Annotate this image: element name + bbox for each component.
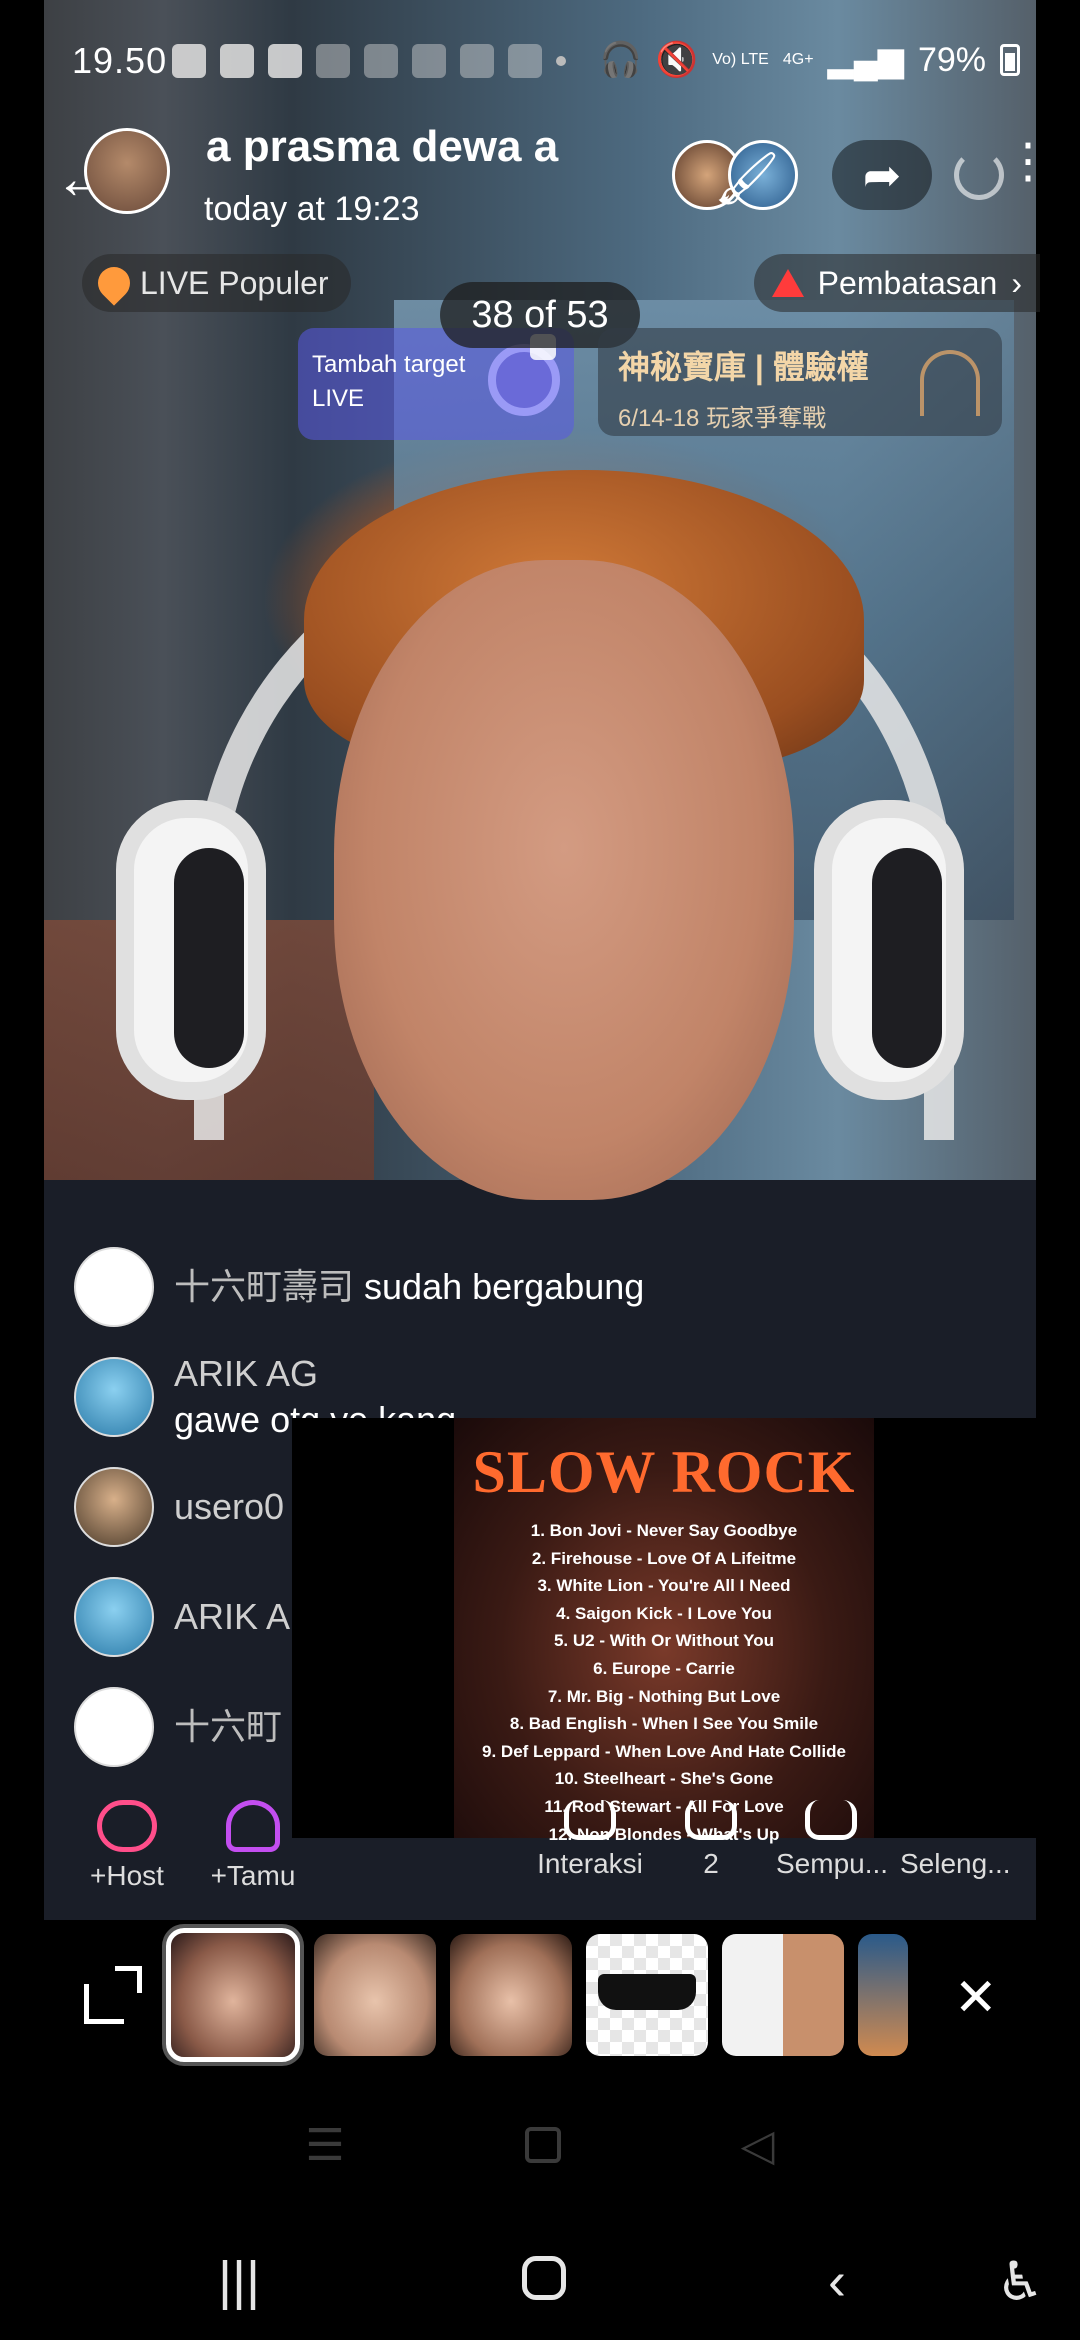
expand-icon[interactable] <box>84 1966 142 2024</box>
chat-username: usero0 <box>174 1486 285 1527</box>
wave-icon <box>685 1800 737 1840</box>
live-action-bar: +Host +Tamu Interaksi 2 Sempu... Seleng.… <box>0 1800 1080 1910</box>
interaction-button[interactable]: Interaksi <box>530 1800 650 1880</box>
chat-username: 十六町 <box>174 1706 283 1747</box>
avatar <box>74 1577 154 1657</box>
status-time: 19.50 <box>72 40 168 81</box>
share-button[interactable]: ➦ <box>832 140 932 210</box>
battery-icon <box>1000 44 1020 76</box>
perfect-button[interactable]: Sempu... <box>776 1800 888 1880</box>
menu-icon[interactable]: ☰ <box>305 2120 344 2171</box>
track-list: 1. Bon Jovi - Never Say Goodbye 2. Fireh… <box>454 1517 874 1848</box>
chevron-right-icon: › <box>1011 264 1022 301</box>
headphone-left <box>116 800 266 1100</box>
chat-bubble-icon <box>564 1800 616 1840</box>
skull-makeup-filter[interactable] <box>722 1934 844 2056</box>
more-notifications-icon <box>556 56 566 66</box>
notification-icons <box>172 44 566 78</box>
tiktok-icon <box>508 44 542 78</box>
headphone-right <box>814 800 964 1100</box>
track-item: 6. Europe - Carrie <box>593 1658 735 1678</box>
triangle-back-icon[interactable]: ◁ <box>741 2120 775 2171</box>
sparkle-check-icon <box>805 1800 857 1840</box>
chat-item[interactable]: 十六町壽司 sudah bergabung <box>74 1232 734 1342</box>
square-icon[interactable] <box>524 2127 561 2163</box>
gallery-icon <box>172 44 206 78</box>
app-nav-bar: ☰ ◁ <box>0 2090 1080 2200</box>
shop-icon <box>412 44 446 78</box>
stream-title: a prasma dewa a <box>206 122 559 171</box>
avatar <box>74 1467 154 1547</box>
sunglasses-filter[interactable] <box>586 1934 708 2056</box>
track-item: 9. Def Leppard - When Love And Hate Coll… <box>482 1741 846 1761</box>
track-item: 8. Bad English - When I See You Smile <box>509 1714 819 1734</box>
filter-thumbnail[interactable] <box>450 1934 572 2056</box>
host-avatar[interactable] <box>84 128 170 214</box>
brush-icon[interactable]: 🖌 <box>714 148 780 209</box>
add-host-button[interactable]: +Host <box>72 1800 182 1892</box>
filter-list[interactable] <box>166 1928 908 2062</box>
share-arrow-icon: ➦ <box>862 149 902 201</box>
warning-icon <box>771 269 804 297</box>
more-vertical-icon[interactable]: ⋮ <box>1004 138 1052 186</box>
headset-icon: 🎧 <box>599 41 642 79</box>
app-root: 19.50 🎧 🔇 Vo) LTE 4G+ ▂▄▆ 79% ← a prasma… <box>0 0 1080 2340</box>
filter-thumbnail-selected[interactable] <box>166 1928 300 2062</box>
trophy-icon <box>920 350 980 416</box>
track-item: 3. White Lion - You're All I Need <box>537 1576 791 1596</box>
network-type: 4G+ <box>782 51 814 68</box>
close-icon[interactable]: ✕ <box>954 1972 998 2024</box>
accessibility-icon[interactable]: ♿ <box>996 2250 1044 2313</box>
count-button[interactable]: 2 <box>676 1800 746 1880</box>
filter-thumbnail[interactable] <box>858 1934 908 2056</box>
chat-username: 十六町壽司 <box>174 1266 355 1307</box>
more-options-button[interactable]: Seleng... <box>900 1800 1011 1880</box>
track-item: 10. Steelheart - She's Gone <box>554 1769 774 1789</box>
track-item: 5. U2 - With Or Without You <box>553 1631 775 1651</box>
track-item: 4. Saigon Kick - I Love You <box>556 1603 772 1623</box>
avatar <box>74 1247 154 1327</box>
app-icon <box>460 44 494 78</box>
home-button-icon[interactable] <box>522 2256 566 2300</box>
add-guest-button[interactable]: +Tamu <box>198 1800 308 1892</box>
event-banner[interactable]: 神秘寶庫 | 體驗權 6/14-18 玩家爭奪戰 <box>598 328 1002 436</box>
telegram-icon <box>316 44 350 78</box>
album-title: SLOW ROCK <box>472 1439 856 1505</box>
status-right: 🎧 🔇 Vo) LTE 4G+ ▂▄▆ 79% <box>600 40 1020 80</box>
app-icon <box>364 44 398 78</box>
restriction-button[interactable]: Pembatasan › <box>753 254 1040 312</box>
stream-time: today at 19:23 <box>204 190 420 228</box>
heart-icon <box>91 260 137 306</box>
volte-label: Vo) LTE <box>712 51 769 68</box>
recent-apps-icon[interactable]: ||| <box>218 2250 260 2312</box>
live-popular-badge[interactable]: LIVE Populer <box>82 254 351 312</box>
battery-percent: 79% <box>917 40 986 79</box>
chat-username: ARIK AG <box>174 1353 319 1394</box>
track-item: 1. Bon Jovi - Never Say Goodbye <box>530 1521 798 1540</box>
track-item: 7. Mr. Big - Nothing But Love <box>547 1686 781 1706</box>
more-icon <box>929 1800 981 1840</box>
link-icon <box>97 1800 157 1852</box>
album-cover[interactable]: SLOW ROCK 1. Bon Jovi - Never Say Goodby… <box>454 1418 874 1844</box>
track-item: 2. Firehouse - Love Of A Lifeitme <box>531 1548 797 1568</box>
people-icon <box>226 1800 280 1852</box>
status-bar: 19.50 🎧 🔇 Vo) LTE 4G+ ▂▄▆ 79% <box>0 0 1080 130</box>
signal-icon: ▂▄▆ <box>827 41 904 79</box>
screen-record-icon <box>268 44 302 78</box>
power-icon[interactable] <box>954 150 1004 200</box>
back-chevron-icon[interactable]: ‹ <box>828 2250 846 2312</box>
avatar <box>74 1687 154 1767</box>
sunglasses-icon <box>598 1974 696 2010</box>
chat-message: sudah bergabung <box>364 1266 645 1307</box>
streamer-face <box>334 560 794 1200</box>
mute-icon: 🔇 <box>655 41 699 79</box>
avatar <box>74 1357 154 1437</box>
filter-thumbnail[interactable] <box>314 1934 436 2056</box>
app-icon <box>220 44 254 78</box>
chat-username: ARIK A <box>174 1596 291 1637</box>
